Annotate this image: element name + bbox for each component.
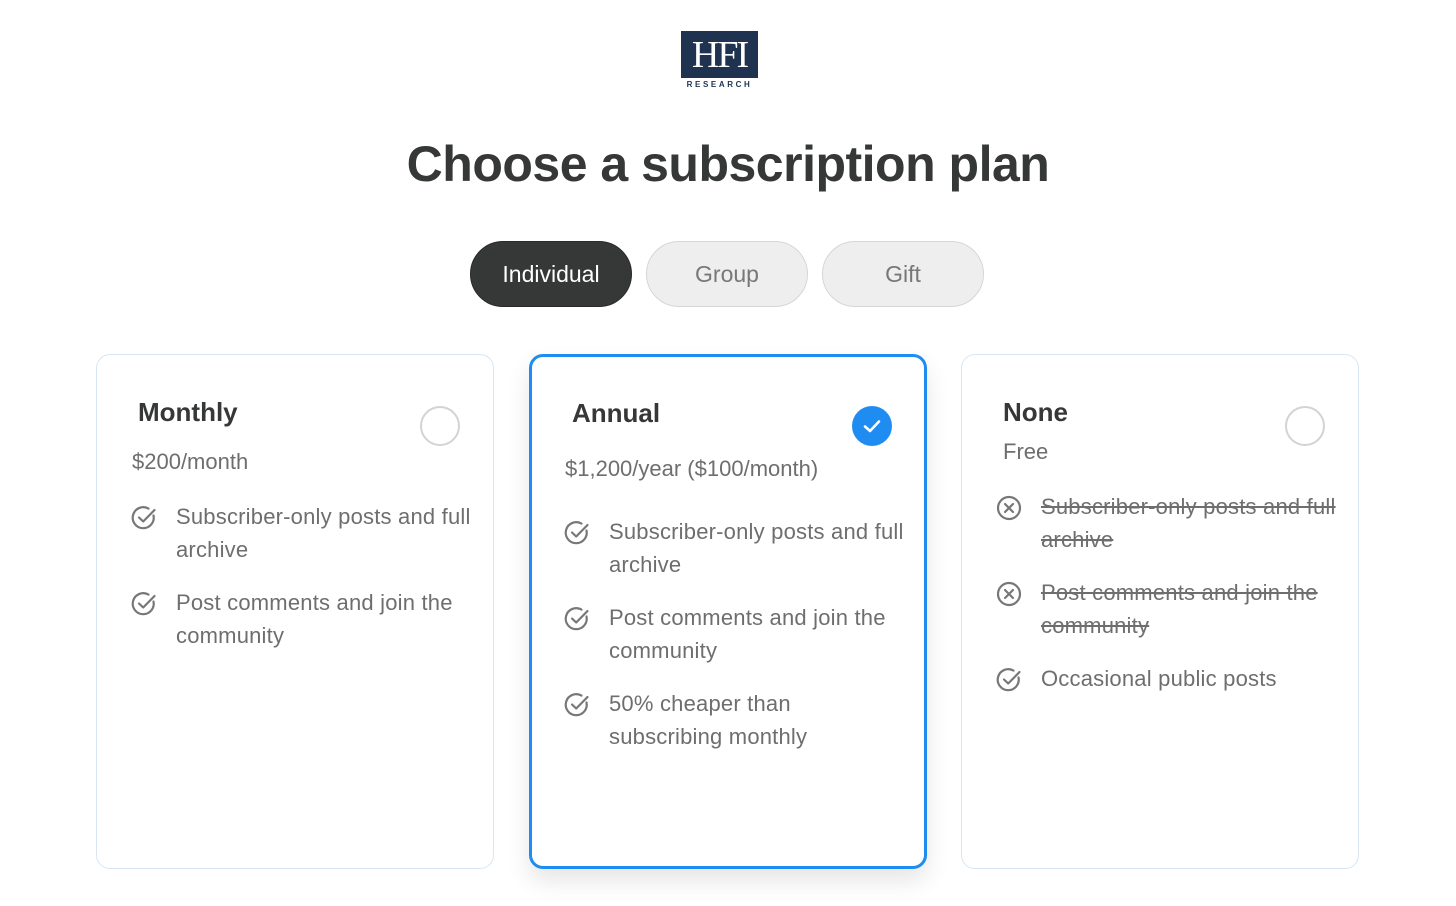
check-circle-icon: [131, 592, 156, 616]
plan-card-monthly[interactable]: Monthly $200/month Subscriber-only posts…: [96, 354, 494, 869]
feature-text: Occasional public posts: [1041, 666, 1277, 691]
plan-card-none[interactable]: None Free Subscriber-only posts and full…: [961, 354, 1359, 869]
x-circle-icon: [996, 495, 1022, 521]
check-circle-icon: [996, 668, 1021, 692]
checkmark-icon: [863, 420, 881, 433]
feature-item: Post comments and join the community: [563, 601, 904, 667]
feature-list: Subscriber-only posts and full archive P…: [130, 500, 473, 672]
feature-list: Subscriber-only posts and full archive P…: [563, 515, 904, 773]
plan-name: None: [1003, 397, 1068, 427]
check-circle-icon: [131, 506, 156, 530]
tab-group[interactable]: Group: [646, 241, 808, 307]
feature-item: Post comments and join the community: [130, 586, 473, 652]
page-title: Choose a subscription plan: [406, 136, 1050, 192]
feature-text: Subscriber-only posts and full archive: [609, 519, 904, 577]
feature-text: 50% cheaper than subscribing monthly: [609, 691, 808, 749]
feature-text: Subscriber-only posts and full archive: [1041, 494, 1336, 552]
feature-item: Subscriber-only posts and full archive: [563, 515, 904, 581]
feature-item: Post comments and join the community: [995, 576, 1338, 642]
check-circle-icon: [564, 607, 589, 631]
plan-price: $200/month: [132, 449, 249, 474]
feature-item: Subscriber-only posts and full archive: [130, 500, 473, 566]
plan-price: Free: [1003, 439, 1049, 464]
hfi-research-logo: HFI RESEARCH: [681, 31, 758, 91]
tab-individual[interactable]: Individual: [470, 241, 632, 307]
logo-mark: HFI: [681, 31, 758, 78]
check-circle-icon: [564, 693, 589, 717]
feature-text: Post comments and join the community: [1041, 580, 1318, 638]
plan-card-annual[interactable]: Annual $1,200/year ($100/month) Subscrib…: [529, 354, 927, 869]
plan-name: Annual: [572, 398, 661, 428]
feature-list: Subscriber-only posts and full archive P…: [995, 490, 1338, 715]
feature-text: Subscriber-only posts and full archive: [176, 504, 471, 562]
plan-type-tabs: Individual Group Gift: [470, 241, 984, 307]
feature-item: 50% cheaper than subscribing monthly: [563, 687, 904, 753]
logo-subtitle: RESEARCH: [686, 80, 753, 89]
plan-name: Monthly: [138, 397, 238, 427]
tab-gift[interactable]: Gift: [822, 241, 984, 307]
plan-radio-annual[interactable]: [852, 406, 892, 446]
check-circle-icon: [564, 521, 589, 545]
plan-radio-none[interactable]: [1285, 406, 1325, 446]
feature-item: Subscriber-only posts and full archive: [995, 490, 1338, 556]
feature-text: Post comments and join the community: [176, 590, 453, 648]
feature-item: Occasional public posts: [995, 662, 1338, 695]
feature-text: Post comments and join the community: [609, 605, 886, 663]
plan-radio-monthly[interactable]: [420, 406, 460, 446]
x-circle-icon: [996, 581, 1022, 607]
plan-price: $1,200/year ($100/month): [565, 456, 819, 481]
